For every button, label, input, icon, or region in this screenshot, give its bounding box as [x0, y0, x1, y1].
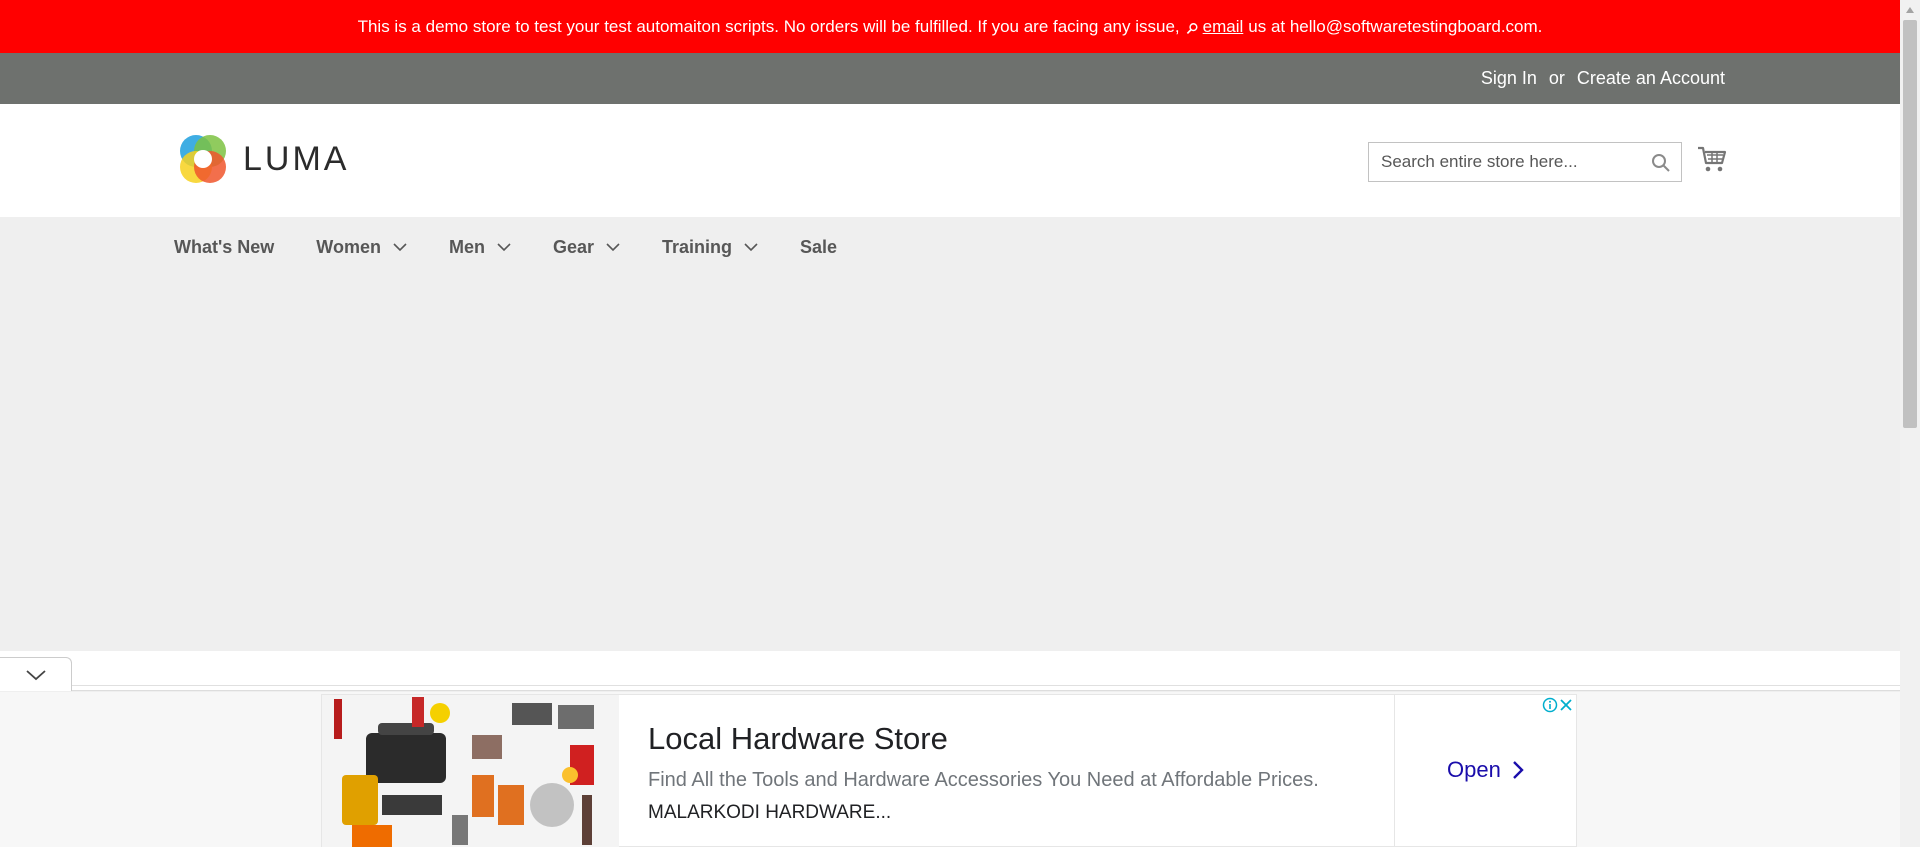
ad-info-icon[interactable] [1542, 697, 1558, 713]
collapse-ad-button[interactable] [0, 657, 72, 691]
cart-icon[interactable] [1697, 144, 1727, 174]
nav-item-label: What's New [174, 236, 275, 257]
magnifier-icon [1186, 20, 1199, 34]
nav-item-men[interactable]: Men [449, 237, 511, 258]
nav-item-label: Training [662, 236, 733, 257]
main-content-area [0, 277, 1900, 651]
logo-text: LUMA [243, 139, 350, 178]
nav-item-women[interactable]: Women [316, 237, 407, 258]
ad-collapse-strip [0, 651, 1900, 691]
nav-item-whats-new[interactable]: What's New [174, 237, 274, 258]
scrollbar-thumb[interactable] [1903, 20, 1917, 428]
ad-description: Find All the Tools and Hardware Accessor… [648, 769, 1319, 791]
nav-item-label: Sale [800, 236, 838, 257]
top-bar: Sign In or Create an Account [0, 53, 1900, 104]
banner-text: This is a demo store to test your test a… [357, 16, 1180, 36]
search-input[interactable] [1369, 152, 1639, 172]
chevron-right-icon [1512, 761, 1524, 779]
vertical-scrollbar[interactable] [1900, 0, 1920, 847]
nav-item-sale[interactable]: Sale [800, 237, 837, 258]
search-icon[interactable] [1651, 153, 1671, 173]
main-navigation: What's New Women Men Gear Training Sale [0, 217, 1900, 277]
ad-advertiser: MALARKODI HARDWARE... [648, 802, 892, 823]
ad-open-button[interactable]: Open [1447, 757, 1525, 783]
search-box [1368, 142, 1682, 182]
create-account-link[interactable]: Create an Account [1577, 68, 1725, 89]
luma-logo[interactable]: LUMA [175, 131, 349, 187]
header-links: Sign In or Create an Account [1481, 53, 1725, 104]
scroll-up-arrow-icon[interactable] [1900, 0, 1920, 20]
sign-in-link[interactable]: Sign In [1481, 68, 1537, 89]
ad-tools-image [322, 695, 619, 847]
chevron-down-icon [25, 669, 46, 680]
chevron-down-icon [393, 243, 407, 252]
ad-banner[interactable]: Local Hardware Store Find All the Tools … [321, 694, 1577, 847]
banner-text-after: us at hello@softwaretestingboard.com. [1248, 16, 1543, 36]
ad-open-label: Open [1447, 757, 1501, 782]
ad-container: Local Hardware Store Find All the Tools … [0, 692, 1900, 847]
ad-divider [1394, 695, 1395, 847]
ad-choices [1542, 697, 1574, 713]
ad-title[interactable]: Local Hardware Store [648, 721, 948, 757]
or-separator: or [1548, 68, 1565, 88]
nav-item-label: Gear [552, 236, 594, 257]
nav-item-label: Men [448, 236, 485, 257]
chevron-down-icon [606, 243, 620, 252]
page-header: LUMA [0, 104, 1900, 217]
nav-item-gear[interactable]: Gear [553, 237, 620, 258]
nav-item-label: Women [316, 236, 381, 257]
chevron-down-icon [744, 243, 758, 252]
divider [72, 685, 1900, 686]
nav-item-training[interactable]: Training [662, 237, 758, 258]
chevron-down-icon [497, 243, 511, 252]
luma-logo-icon [180, 135, 226, 183]
demo-store-banner: This is a demo store to test your test a… [0, 0, 1900, 53]
ad-close-icon[interactable] [1558, 697, 1574, 713]
email-link[interactable]: email [1203, 17, 1244, 37]
